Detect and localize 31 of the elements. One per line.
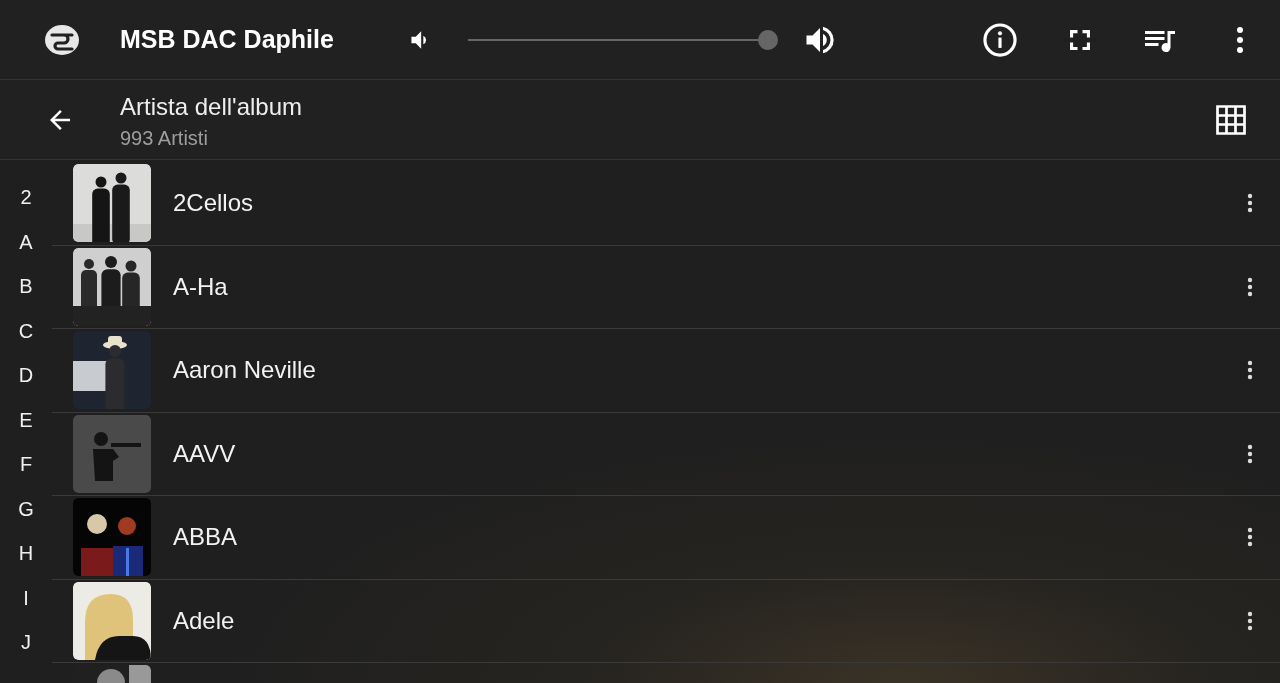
more-icon[interactable] [1247, 193, 1253, 214]
artist-count: 993 Artisti [120, 127, 209, 150]
more-icon[interactable] [1247, 610, 1253, 631]
more-icon[interactable] [1247, 360, 1253, 381]
index-letter[interactable]: F [19, 442, 33, 487]
more-icon[interactable] [1247, 527, 1253, 548]
index-letter[interactable]: B [19, 264, 33, 309]
artist-name[interactable]: A-Ha [173, 272, 1220, 301]
more-icon[interactable] [1247, 276, 1253, 297]
logo-icon[interactable] [43, 23, 80, 56]
more-icon[interactable] [1247, 443, 1253, 464]
artist-name[interactable]: AAVV [173, 439, 1220, 468]
info-icon[interactable] [981, 20, 1019, 59]
artist-name[interactable]: Adele [173, 606, 1220, 635]
artist-name[interactable]: 2Cellos [173, 189, 1220, 218]
more-icon[interactable] [1236, 25, 1244, 54]
page-title: Artista dell'album [120, 93, 303, 121]
index-letter[interactable]: H [18, 531, 34, 576]
index-letter[interactable]: J [21, 620, 31, 665]
index-letter[interactable]: D [18, 353, 34, 398]
app-title: MSB DAC Daphile [120, 25, 335, 54]
volume-slider[interactable] [468, 29, 778, 50]
volume-thumb[interactable] [758, 29, 778, 50]
artist-name[interactable]: Aaron Neville [173, 356, 1220, 385]
index-letter[interactable]: G [18, 486, 34, 531]
index-letter[interactable]: C [18, 308, 34, 353]
index-letter[interactable]: A [19, 219, 33, 264]
index-letter[interactable]: E [19, 397, 33, 442]
index-letter[interactable]: 2 [20, 175, 32, 220]
artist-name[interactable]: ABBA [173, 523, 1220, 552]
index-letter[interactable]: I [23, 575, 29, 620]
